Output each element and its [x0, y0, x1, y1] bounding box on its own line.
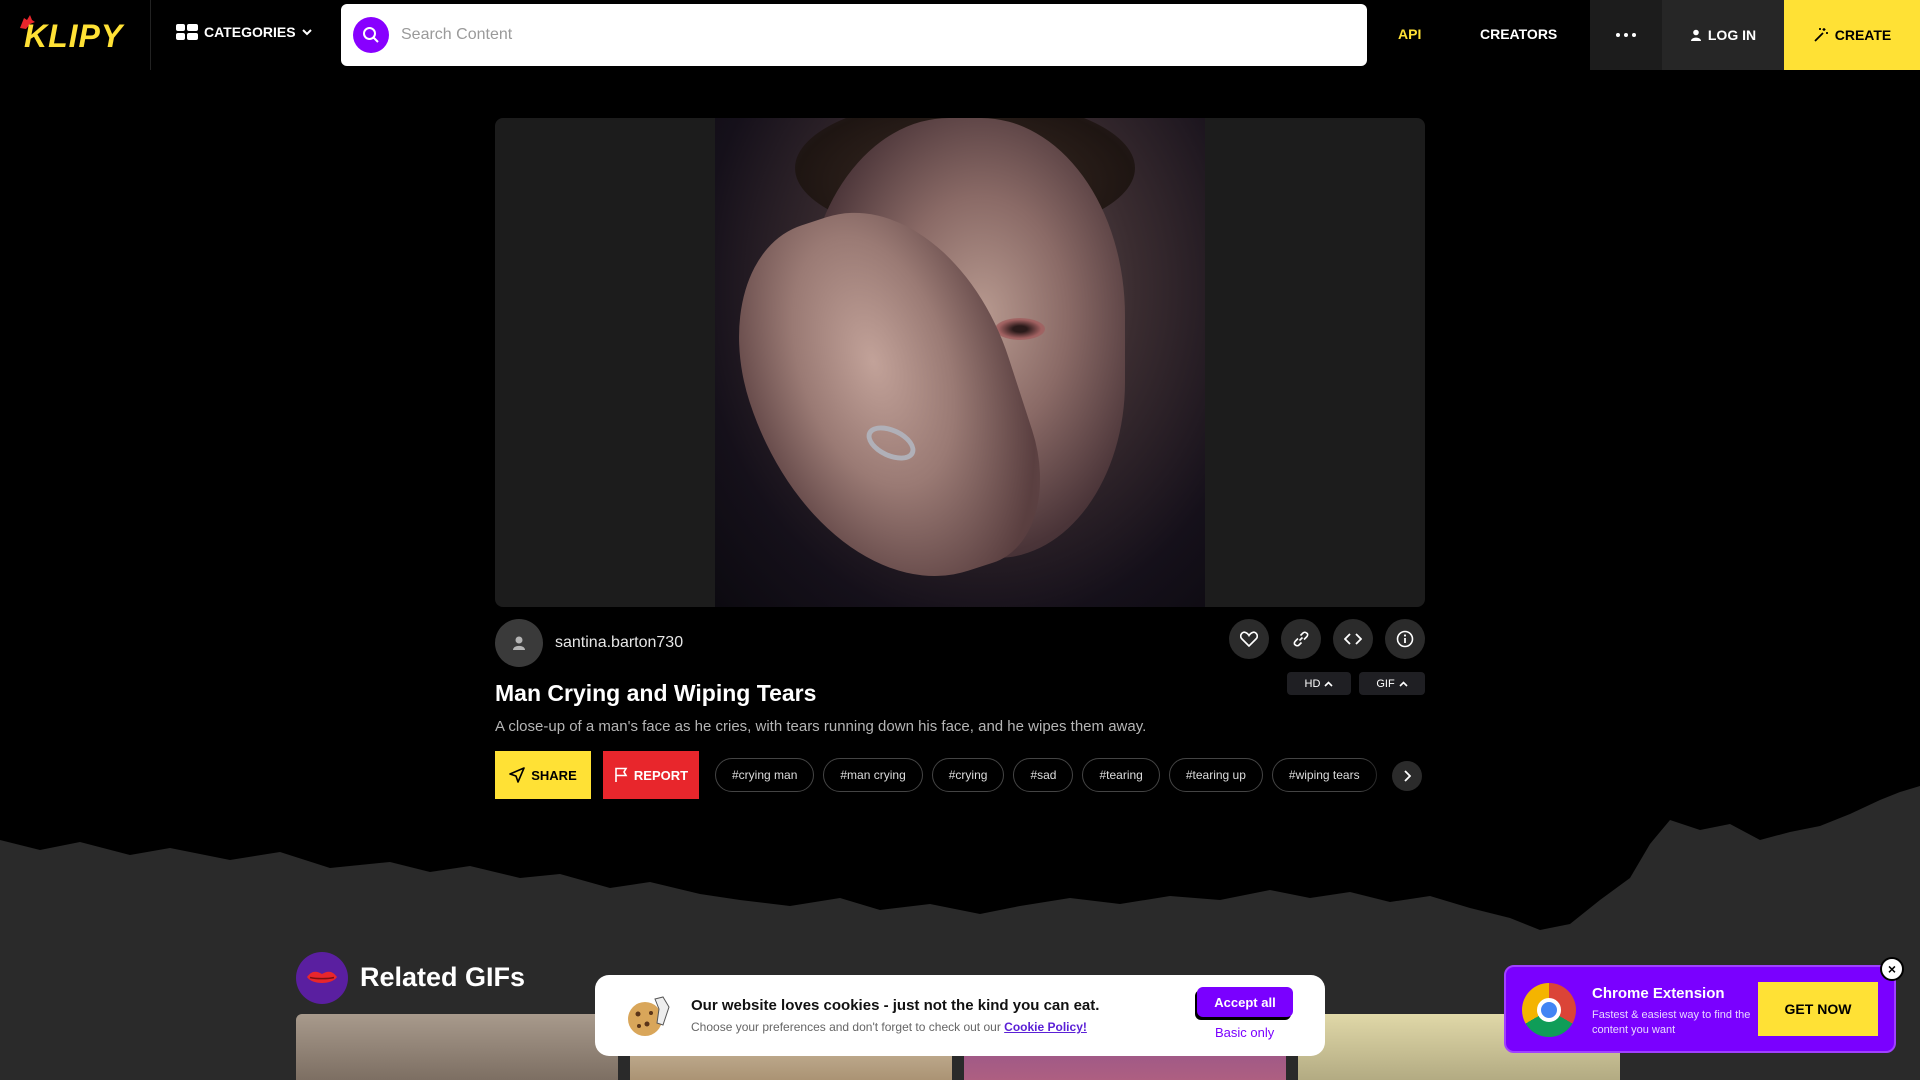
format-label: GIF [1376, 677, 1395, 690]
chrome-extension-promo: Chrome Extension Fastest & easiest way t… [1504, 965, 1896, 1053]
klipy-logo[interactable]: KLIPY [18, 12, 140, 54]
dot [1632, 33, 1636, 37]
login-button[interactable]: LOG IN [1662, 0, 1784, 70]
get-now-button[interactable]: GET NOW [1758, 982, 1878, 1036]
uploader-username[interactable]: santina.barton730 [555, 634, 683, 652]
gif-image-eye [995, 318, 1045, 340]
top-navbar: KLIPY CATEGORIES API CREATORS LOG IN CRE… [0, 0, 1920, 70]
info-button[interactable] [1385, 619, 1425, 659]
close-promo-button[interactable]: × [1880, 957, 1904, 981]
nav-api-link[interactable]: API [1398, 26, 1421, 42]
chevron-up-icon [1324, 680, 1334, 687]
search-input[interactable] [401, 26, 1301, 44]
info-icon [1396, 630, 1414, 648]
search-button[interactable] [353, 17, 389, 53]
categories-label: CATEGORIES [204, 24, 296, 40]
accept-all-cookies-button[interactable]: Accept all [1197, 987, 1293, 1017]
user-icon [513, 636, 525, 650]
magic-wand-icon [1814, 28, 1828, 42]
related-gifs-title: Related GIFs [360, 962, 526, 992]
chrome-promo-title: Chrome Extension [1592, 985, 1725, 1002]
format-selector[interactable]: GIF [1359, 672, 1425, 695]
gif-image [715, 118, 1205, 607]
lips-icon [307, 971, 337, 983]
chevron-up-icon [1399, 680, 1408, 687]
chrome-logo-icon [1522, 983, 1576, 1037]
cookie-icon [628, 996, 670, 1036]
dot [1624, 33, 1628, 37]
nav-creators-link[interactable]: CREATORS [1480, 26, 1557, 42]
gif-player[interactable] [495, 118, 1425, 607]
copy-link-button[interactable] [1281, 619, 1321, 659]
cookie-banner: Our website loves cookies - just not the… [595, 975, 1325, 1056]
create-button[interactable]: CREATE [1784, 0, 1920, 70]
code-icon [1344, 633, 1362, 645]
link-icon [1293, 631, 1309, 647]
cookie-policy-link[interactable]: Cookie Policy! [1004, 1020, 1087, 1034]
user-icon [1690, 29, 1701, 41]
dot [1616, 33, 1620, 37]
cookie-subtext: Choose your preferences and don't forget… [691, 1020, 1087, 1034]
create-label: CREATE [1834, 27, 1892, 43]
header-divider [150, 0, 151, 70]
search-bar [341, 4, 1367, 66]
logo-text: KLIPY [24, 18, 124, 54]
cookie-subtext-label: Choose your preferences and don't forget… [691, 1020, 1001, 1034]
gif-description: A close-up of a man's face as he cries, … [495, 718, 1147, 735]
search-icon [363, 27, 379, 43]
cookie-heading: Our website loves cookies - just not the… [691, 997, 1100, 1014]
gif-title: Man Crying and Wiping Tears [495, 680, 817, 706]
related-gifs-icon [296, 952, 348, 1004]
quality-selector[interactable]: HD [1287, 672, 1351, 695]
basic-only-cookies-link[interactable]: Basic only [1215, 1025, 1274, 1040]
favorite-button[interactable] [1229, 619, 1269, 659]
more-menu-button[interactable] [1590, 0, 1662, 70]
quality-label: HD [1304, 677, 1321, 690]
login-label: LOG IN [1707, 27, 1757, 43]
chrome-promo-subtitle: Fastest & easiest way to find the conten… [1592, 1009, 1751, 1036]
grid-icon [176, 24, 198, 40]
related-gif-thumbnail[interactable] [296, 1014, 618, 1080]
embed-button[interactable] [1333, 619, 1373, 659]
avatar[interactable] [495, 619, 543, 667]
categories-menu-button[interactable]: CATEGORIES [176, 24, 312, 40]
chevron-down-icon [301, 29, 312, 36]
heart-icon [1240, 631, 1258, 647]
